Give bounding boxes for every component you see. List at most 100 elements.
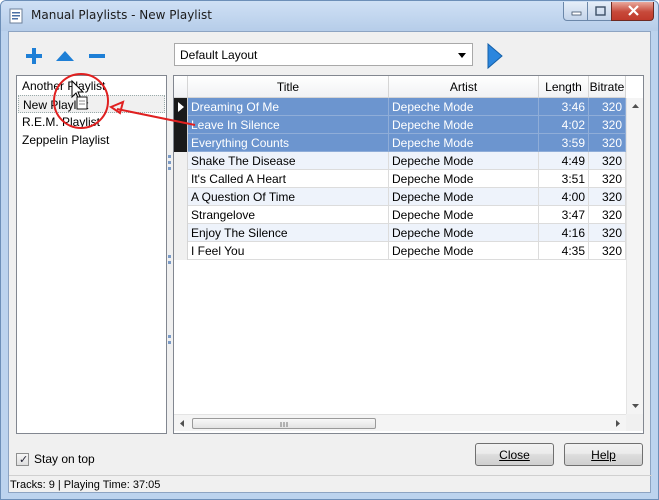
cell-bitrate: 320 <box>589 206 626 224</box>
cell-title: A Question Of Time <box>188 188 389 206</box>
maximize-icon <box>595 6 606 16</box>
column-header-bitrate[interactable]: Bitrate <box>589 76 626 98</box>
maximize-button[interactable] <box>587 2 612 21</box>
cell-length: 3:51 <box>539 170 589 188</box>
app-icon <box>9 8 23 24</box>
cell-length: 4:00 <box>539 188 589 206</box>
minimize-button[interactable] <box>563 2 588 21</box>
cell-artist: Depeche Mode <box>389 116 539 134</box>
cell-title: Dreaming Of Me <box>188 98 389 116</box>
row-indicator <box>174 224 188 242</box>
scroll-right-arrow-icon[interactable] <box>610 415 626 432</box>
horizontal-scroll-thumb[interactable] <box>192 418 376 429</box>
cell-length: 4:02 <box>539 116 589 134</box>
layout-dropdown-value: Default Layout <box>180 48 258 62</box>
cell-bitrate: 320 <box>589 170 626 188</box>
thumb-grip-icon <box>280 422 288 427</box>
row-indicator <box>174 206 188 224</box>
dialog-client-area: Default Layout Another Playlist New Play… <box>8 31 652 494</box>
cell-artist: Depeche Mode <box>389 188 539 206</box>
cell-length: 4:49 <box>539 152 589 170</box>
table-row[interactable]: A Question Of Time Depeche Mode 4:00 320 <box>174 188 642 206</box>
play-arrow-icon[interactable] <box>485 42 505 70</box>
cell-title: Strangelove <box>188 206 389 224</box>
row-indicator <box>174 242 188 260</box>
row-indicator <box>174 134 188 152</box>
row-indicator <box>174 188 188 206</box>
playlist-item[interactable]: R.E.M. Playlist <box>18 113 165 131</box>
title-bar[interactable]: Manual Playlists - New Playlist <box>1 1 658 31</box>
cell-length: 3:47 <box>539 206 589 224</box>
cell-artist: Depeche Mode <box>389 224 539 242</box>
table-row[interactable]: I Feel You Depeche Mode 4:35 320 <box>174 242 642 260</box>
cell-bitrate: 320 <box>589 224 626 242</box>
status-bar: Tracks: 9 | Playing Time: 37:05 <box>9 475 652 494</box>
cell-artist: Depeche Mode <box>389 152 539 170</box>
layout-dropdown[interactable]: Default Layout <box>174 43 473 66</box>
column-header-title[interactable]: Title <box>188 76 389 98</box>
table-row-selected[interactable]: Everything Counts Depeche Mode 3:59 320 <box>174 134 642 152</box>
cell-artist: Depeche Mode <box>389 98 539 116</box>
cell-title: It's Called A Heart <box>188 170 389 188</box>
current-row-arrow-icon <box>178 102 184 112</box>
scroll-left-arrow-icon[interactable] <box>174 415 190 432</box>
table-row[interactable]: It's Called A Heart Depeche Mode 3:51 320 <box>174 170 642 188</box>
playlist-item-selected[interactable]: New Playlist <box>18 95 165 113</box>
table-row[interactable]: Strangelove Depeche Mode 3:47 320 <box>174 206 642 224</box>
cell-bitrate: 320 <box>589 188 626 206</box>
plus-icon[interactable] <box>23 46 45 66</box>
horizontal-scrollbar[interactable] <box>174 414 626 431</box>
table-row[interactable]: Enjoy The Silence Depeche Mode 4:16 320 <box>174 224 642 242</box>
help-button[interactable]: Help <box>564 443 643 466</box>
checkbox-box[interactable]: ✓ <box>16 453 29 466</box>
cell-bitrate: 320 <box>589 116 626 134</box>
playlist-item[interactable]: Another Playlist <box>18 77 165 95</box>
cell-artist: Depeche Mode <box>389 134 539 152</box>
triangle-up-icon[interactable] <box>54 46 76 66</box>
playlist-item[interactable]: Zeppelin Playlist <box>18 131 165 149</box>
table-row-selected[interactable]: Leave In Silence Depeche Mode 4:02 320 <box>174 116 642 134</box>
scroll-down-arrow-icon[interactable] <box>627 398 644 414</box>
row-indicator <box>174 98 188 116</box>
cell-title: Shake The Disease <box>188 152 389 170</box>
playlist-list[interactable]: Another Playlist New Playlist R.E.M. Pla… <box>16 75 167 434</box>
cell-artist: Depeche Mode <box>389 242 539 260</box>
manual-playlists-window: Manual Playlists - New Playlist Default … <box>0 0 659 500</box>
row-indicator <box>174 152 188 170</box>
cell-artist: Depeche Mode <box>389 206 539 224</box>
minimize-icon <box>571 11 582 16</box>
column-header-length[interactable]: Length <box>539 76 589 98</box>
cell-title: I Feel You <box>188 242 389 260</box>
cell-bitrate: 320 <box>589 98 626 116</box>
cell-bitrate: 320 <box>589 134 626 152</box>
cell-length: 3:59 <box>539 134 589 152</box>
row-indicator-header <box>174 76 188 98</box>
close-window-button[interactable] <box>611 2 654 21</box>
row-indicator <box>174 170 188 188</box>
close-icon <box>628 5 639 16</box>
chevron-down-icon <box>458 53 466 58</box>
cell-title: Enjoy The Silence <box>188 224 389 242</box>
cell-length: 4:16 <box>539 224 589 242</box>
minus-icon[interactable] <box>86 46 108 66</box>
vertical-scrollbar[interactable] <box>626 98 643 414</box>
cell-title: Everything Counts <box>188 134 389 152</box>
cell-length: 3:46 <box>539 98 589 116</box>
row-indicator <box>174 116 188 134</box>
track-grid[interactable]: Title Artist Length Bitrate Dreaming Of … <box>173 75 644 434</box>
cell-bitrate: 320 <box>589 242 626 260</box>
stay-on-top-label: Stay on top <box>34 452 95 466</box>
cell-length: 4:35 <box>539 242 589 260</box>
close-button[interactable]: Close <box>475 443 554 466</box>
status-text: Tracks: 9 | Playing Time: 37:05 <box>10 479 161 491</box>
table-row[interactable]: Shake The Disease Depeche Mode 4:49 320 <box>174 152 642 170</box>
table-row-selected[interactable]: Dreaming Of Me Depeche Mode 3:46 320 <box>174 98 642 116</box>
cell-bitrate: 320 <box>589 152 626 170</box>
scroll-up-arrow-icon[interactable] <box>627 98 644 114</box>
window-title: Manual Playlists - New Playlist <box>31 8 212 22</box>
cell-title: Leave In Silence <box>188 116 389 134</box>
scroll-corner <box>626 414 643 431</box>
check-icon: ✓ <box>19 453 29 466</box>
column-header-artist[interactable]: Artist <box>389 76 539 98</box>
cell-artist: Depeche Mode <box>389 170 539 188</box>
